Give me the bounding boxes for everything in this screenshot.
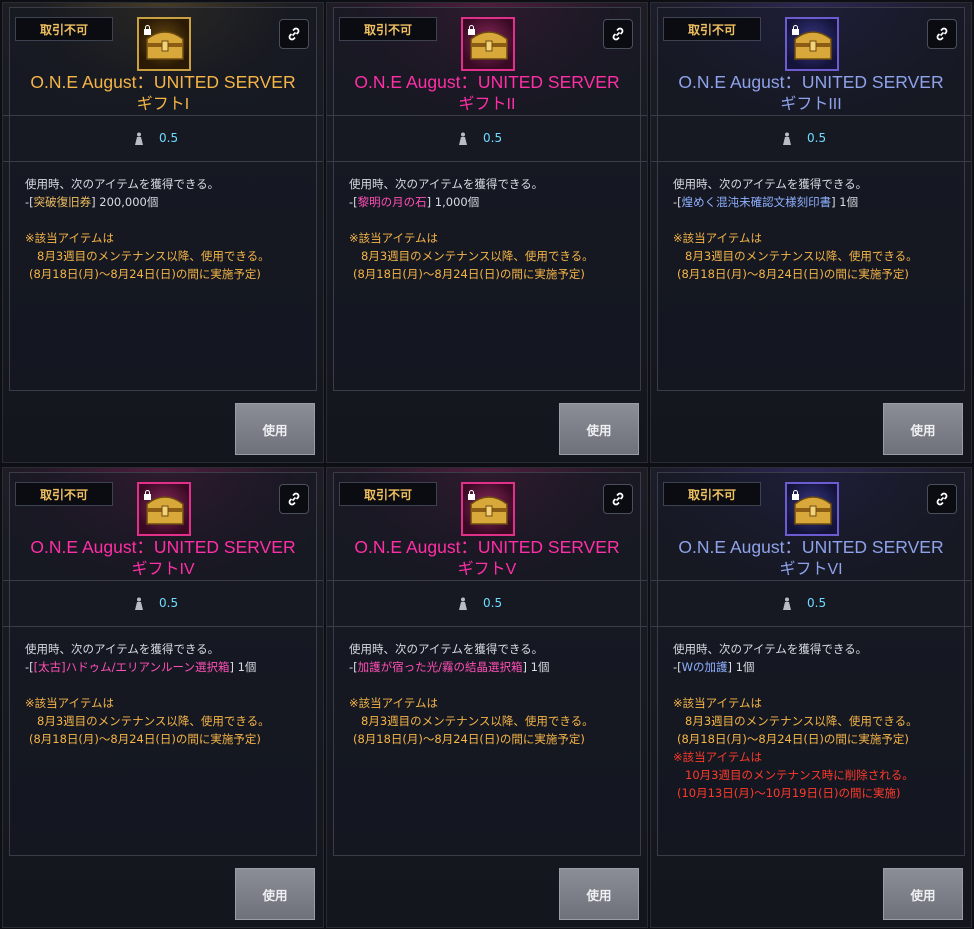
use-button[interactable]: 使用 bbox=[883, 403, 963, 455]
reward-item-link[interactable]: 突破復旧券 bbox=[34, 195, 92, 209]
use-button[interactable]: 使用 bbox=[235, 403, 315, 455]
treasure-chest-icon[interactable] bbox=[137, 482, 191, 536]
divider bbox=[327, 161, 647, 162]
weight-row: 0.5 bbox=[457, 594, 502, 612]
weight-icon bbox=[135, 132, 143, 145]
lock-icon bbox=[144, 490, 151, 500]
untradeable-badge: 取引不可 bbox=[663, 482, 761, 506]
treasure-chest-icon[interactable] bbox=[461, 17, 515, 71]
description: 使用時、次のアイテムを獲得できる。 -[[太古]ハドゥム/エリアンルーン選択箱]… bbox=[25, 642, 270, 746]
divider bbox=[3, 115, 323, 116]
divider bbox=[3, 161, 323, 162]
weight-value: 0.5 bbox=[807, 131, 827, 145]
divider bbox=[651, 580, 971, 581]
link-icon bbox=[612, 27, 624, 41]
card-title: O.N.E August：UNITED SERVER ギフトII bbox=[354, 72, 620, 113]
weight-icon bbox=[783, 597, 791, 610]
weight-row: 0.5 bbox=[133, 594, 178, 612]
card-title: O.N.E August：UNITED SERVER ギフトIII bbox=[678, 72, 944, 113]
gift-card-5: 取引不可 O.N.E August：UNITED SERVER ギフトV 0.5… bbox=[326, 467, 648, 928]
lock-icon bbox=[468, 25, 475, 35]
link-button[interactable] bbox=[279, 19, 309, 49]
treasure-chest-icon[interactable] bbox=[137, 17, 191, 71]
treasure-chest-icon[interactable] bbox=[785, 482, 839, 536]
use-button[interactable]: 使用 bbox=[235, 868, 315, 920]
deletion-note-line1: 10月3週目のメンテナンス時に削除される。 bbox=[685, 768, 914, 782]
lock-icon bbox=[468, 490, 475, 500]
card-title: O.N.E August：UNITED SERVER ギフトI bbox=[30, 72, 296, 113]
gift-card-6: 取引不可 O.N.E August：UNITED SERVER ギフトVI 0.… bbox=[650, 467, 972, 928]
link-icon bbox=[936, 27, 948, 41]
use-button[interactable]: 使用 bbox=[559, 868, 639, 920]
description: 使用時、次のアイテムを獲得できる。 -[煌めく混沌未確認文様刻印書] 1個 ※該… bbox=[673, 177, 918, 281]
link-icon bbox=[288, 492, 300, 506]
gift-card-1: 取引不可 O.N.E August：UNITED SERVER ギフトI 0.5… bbox=[2, 2, 324, 463]
link-button[interactable] bbox=[927, 484, 957, 514]
weight-icon bbox=[135, 597, 143, 610]
untradeable-badge: 取引不可 bbox=[663, 17, 761, 41]
untradeable-badge: 取引不可 bbox=[339, 17, 437, 41]
weight-value: 0.5 bbox=[483, 596, 503, 610]
link-icon bbox=[936, 492, 948, 506]
weight-icon bbox=[459, 132, 467, 145]
weight-row: 0.5 bbox=[133, 129, 178, 147]
weight-value: 0.5 bbox=[483, 131, 503, 145]
gift-card-3: 取引不可 O.N.E August：UNITED SERVER ギフトIII 0… bbox=[650, 2, 972, 463]
card-title: O.N.E August：UNITED SERVER ギフトVI bbox=[678, 537, 944, 578]
reward-item-link[interactable]: 煌めく混沌未確認文様刻印書 bbox=[682, 195, 832, 209]
deletion-note-line2: (10月13日(月)～10月19日(日)の間に実施) bbox=[677, 786, 901, 800]
divider bbox=[327, 580, 647, 581]
weight-value: 0.5 bbox=[807, 596, 827, 610]
treasure-chest-icon[interactable] bbox=[785, 17, 839, 71]
weight-icon bbox=[459, 597, 467, 610]
reward-item-link[interactable]: Wの加護 bbox=[682, 660, 728, 674]
description: 使用時、次のアイテムを獲得できる。 -[加護が宿った光/霧の結晶選択箱] 1個 … bbox=[349, 642, 594, 746]
weight-row: 0.5 bbox=[781, 129, 826, 147]
divider bbox=[651, 115, 971, 116]
weight-row: 0.5 bbox=[781, 594, 826, 612]
gift-card-4: 取引不可 O.N.E August：UNITED SERVER ギフトIV 0.… bbox=[2, 467, 324, 928]
link-button[interactable] bbox=[927, 19, 957, 49]
divider bbox=[651, 626, 971, 627]
description: 使用時、次のアイテムを獲得できる。 -[突破復旧券] 200,000個 ※該当ア… bbox=[25, 177, 270, 281]
divider bbox=[3, 580, 323, 581]
untradeable-badge: 取引不可 bbox=[339, 482, 437, 506]
lock-icon bbox=[792, 25, 799, 35]
deletion-note-title: ※該当アイテムは bbox=[673, 750, 762, 764]
lock-icon bbox=[144, 25, 151, 35]
weight-row: 0.5 bbox=[457, 129, 502, 147]
card-title: O.N.E August：UNITED SERVER ギフトIV bbox=[30, 537, 296, 578]
link-icon bbox=[612, 492, 624, 506]
weight-icon bbox=[783, 132, 791, 145]
link-icon bbox=[288, 27, 300, 41]
weight-value: 0.5 bbox=[159, 131, 179, 145]
weight-value: 0.5 bbox=[159, 596, 179, 610]
divider bbox=[327, 626, 647, 627]
link-button[interactable] bbox=[603, 19, 633, 49]
description: 使用時、次のアイテムを獲得できる。 -[黎明の月の石] 1,000個 ※該当アイ… bbox=[349, 177, 594, 281]
description: 使用時、次のアイテムを獲得できる。 -[Wの加護] 1個 ※該当アイテムは 8月… bbox=[673, 640, 961, 802]
lock-icon bbox=[792, 490, 799, 500]
divider bbox=[651, 161, 971, 162]
use-button[interactable]: 使用 bbox=[883, 868, 963, 920]
divider bbox=[327, 115, 647, 116]
treasure-chest-icon[interactable] bbox=[461, 482, 515, 536]
untradeable-badge: 取引不可 bbox=[15, 482, 113, 506]
gift-grid: 取引不可 O.N.E August：UNITED SERVER ギフトI 0.5… bbox=[0, 0, 974, 929]
reward-item-link[interactable]: 加護が宿った光/霧の結晶選択箱 bbox=[358, 660, 523, 674]
reward-item-link[interactable]: [太古]ハドゥム/エリアンルーン選択箱 bbox=[34, 660, 230, 674]
card-title: O.N.E August：UNITED SERVER ギフトV bbox=[354, 537, 620, 578]
gift-card-2: 取引不可 O.N.E August：UNITED SERVER ギフトII 0.… bbox=[326, 2, 648, 463]
reward-item-link[interactable]: 黎明の月の石 bbox=[358, 195, 427, 209]
untradeable-badge: 取引不可 bbox=[15, 17, 113, 41]
use-button[interactable]: 使用 bbox=[559, 403, 639, 455]
link-button[interactable] bbox=[279, 484, 309, 514]
link-button[interactable] bbox=[603, 484, 633, 514]
divider bbox=[3, 626, 323, 627]
